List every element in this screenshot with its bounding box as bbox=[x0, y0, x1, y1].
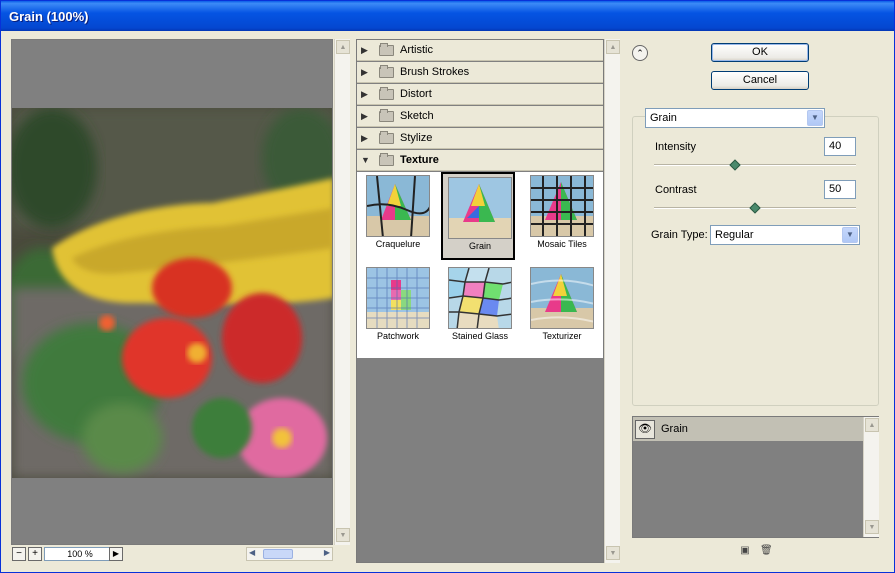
scroll-up-icon[interactable]: ▲ bbox=[336, 40, 350, 54]
zoom-in-button[interactable]: + bbox=[28, 547, 42, 561]
zoom-level: 100 % bbox=[44, 547, 116, 561]
category-distort[interactable]: ▶ Distort bbox=[357, 84, 603, 105]
expand-arrow-icon: ▶ bbox=[361, 44, 368, 55]
category-label: Brush Strokes bbox=[400, 66, 470, 78]
filter-settings-group: Grain ▼ Intensity 40 Contrast 50 Grain T… bbox=[632, 108, 879, 406]
new-effect-layer-icon[interactable]: ▣ bbox=[739, 545, 751, 557]
folder-open-icon bbox=[379, 152, 394, 166]
scroll-right-icon[interactable]: ▶ bbox=[324, 548, 330, 557]
preview-vertical-scrollbar[interactable]: ▲ ▼ bbox=[334, 39, 350, 545]
intensity-slider-knob[interactable] bbox=[729, 159, 741, 171]
category-brush-strokes[interactable]: ▶ Brush Strokes bbox=[357, 62, 603, 83]
category-stylize[interactable]: ▶ Stylize bbox=[357, 128, 603, 149]
filter-craquelure[interactable]: Craquelure bbox=[361, 172, 435, 260]
effect-layer-grain[interactable]: 👁 Grain bbox=[633, 417, 863, 442]
filter-patchwork[interactable]: Patchwork bbox=[361, 264, 435, 352]
scroll-up-icon[interactable]: ▲ bbox=[865, 418, 879, 432]
intensity-input[interactable]: 40 bbox=[824, 137, 856, 156]
filter-label: Texturizer bbox=[542, 331, 582, 341]
intensity-slider-track[interactable] bbox=[654, 164, 856, 166]
folder-icon bbox=[379, 130, 394, 144]
contrast-slider-knob[interactable] bbox=[749, 202, 761, 214]
category-label: Texture bbox=[400, 154, 439, 166]
expand-arrow-icon: ▶ bbox=[361, 110, 368, 121]
craquelure-thumbnail bbox=[366, 175, 430, 237]
category-label: Artistic bbox=[400, 44, 433, 56]
preview-horizontal-scrollbar[interactable]: ◀ ▶ bbox=[246, 547, 333, 561]
scroll-thumb[interactable] bbox=[263, 549, 293, 559]
contrast-input[interactable]: 50 bbox=[824, 180, 856, 199]
filter-texturizer[interactable]: Texturizer bbox=[525, 264, 599, 352]
folder-icon bbox=[379, 64, 394, 78]
filter-select-value: Grain bbox=[650, 112, 677, 124]
folder-icon bbox=[379, 86, 394, 100]
expand-arrow-icon: ▶ bbox=[361, 88, 368, 99]
scroll-down-icon[interactable]: ▼ bbox=[865, 520, 879, 534]
ok-button[interactable]: OK bbox=[711, 43, 809, 62]
category-artistic[interactable]: ▶ Artistic bbox=[357, 40, 603, 61]
filter-select[interactable]: Grain ▼ bbox=[645, 108, 825, 128]
preview-image bbox=[12, 108, 332, 478]
filter-label: Stained Glass bbox=[451, 331, 509, 341]
contrast-label: Contrast bbox=[655, 184, 697, 196]
filter-mosaic-tiles[interactable]: Mosaic Tiles bbox=[525, 172, 599, 260]
category-label: Stylize bbox=[400, 132, 433, 144]
folder-icon bbox=[379, 42, 394, 56]
zoom-out-button[interactable]: − bbox=[12, 547, 26, 561]
category-label: Distort bbox=[400, 88, 432, 100]
layers-scrollbar[interactable]: ▲ ▼ bbox=[863, 417, 879, 537]
effect-layer-label: Grain bbox=[661, 423, 688, 435]
zoom-menu-arrow-icon[interactable]: ▶ bbox=[109, 547, 123, 561]
stained-glass-thumbnail bbox=[448, 267, 512, 329]
title-bar[interactable]: Grain (100%) bbox=[1, 1, 894, 31]
mosaic-tiles-thumbnail bbox=[530, 175, 594, 237]
expand-arrow-icon: ▶ bbox=[361, 132, 368, 143]
scroll-up-icon[interactable]: ▲ bbox=[606, 40, 620, 54]
cancel-button[interactable]: Cancel bbox=[711, 71, 809, 90]
preview-pane[interactable] bbox=[11, 39, 333, 545]
filter-stained-glass[interactable]: Stained Glass bbox=[443, 264, 517, 352]
trash-icon[interactable]: 🗑 bbox=[760, 545, 773, 557]
category-sketch[interactable]: ▶ Sketch bbox=[357, 106, 603, 127]
filter-thumbnails: Craquelure Grain Mosaic Tiles Patchwork bbox=[357, 172, 603, 358]
collapse-arrow-icon: ▼ bbox=[361, 155, 370, 165]
filter-label: Grain bbox=[468, 241, 491, 251]
gallery-scrollbar[interactable]: ▲ ▼ bbox=[604, 39, 620, 563]
grain-type-label: Grain Type: bbox=[651, 229, 708, 241]
scroll-left-icon[interactable]: ◀ bbox=[249, 548, 255, 557]
chevron-down-icon: ▼ bbox=[842, 227, 858, 243]
category-texture[interactable]: ▼ Texture bbox=[357, 150, 603, 171]
effect-layers-panel: 👁 Grain ▲ ▼ bbox=[632, 416, 879, 538]
texturizer-thumbnail bbox=[530, 267, 594, 329]
chevron-down-icon: ▼ bbox=[807, 110, 823, 126]
filter-label: Craquelure bbox=[375, 239, 421, 249]
patchwork-thumbnail bbox=[366, 267, 430, 329]
window-title: Grain (100%) bbox=[9, 9, 89, 24]
preview-controls: − + 100 % ▶ ◀ ▶ bbox=[11, 546, 349, 562]
eye-icon[interactable]: 👁 bbox=[635, 420, 655, 439]
filter-label: Patchwork bbox=[376, 331, 420, 341]
filter-grain[interactable]: Grain bbox=[441, 172, 515, 260]
collapse-up-icon[interactable]: ⌃ bbox=[632, 45, 648, 61]
grain-type-value: Regular bbox=[715, 229, 754, 241]
grain-thumbnail bbox=[448, 177, 512, 239]
scroll-down-icon[interactable]: ▼ bbox=[336, 528, 350, 542]
scroll-down-icon[interactable]: ▼ bbox=[606, 546, 620, 560]
filter-label: Mosaic Tiles bbox=[537, 239, 587, 249]
category-label: Sketch bbox=[400, 110, 434, 122]
grain-type-select[interactable]: Regular ▼ bbox=[710, 225, 860, 245]
filter-gallery: ▶ Artistic ▶ Brush Strokes ▶ Distort ▶ S… bbox=[356, 39, 604, 563]
expand-arrow-icon: ▶ bbox=[361, 66, 368, 77]
intensity-label: Intensity bbox=[655, 141, 696, 153]
folder-icon bbox=[379, 108, 394, 122]
filter-dialog: Grain (100%) ▲ ▼ − + 100 % ▶ ◀ ▶ ▶ Artis… bbox=[0, 0, 895, 573]
